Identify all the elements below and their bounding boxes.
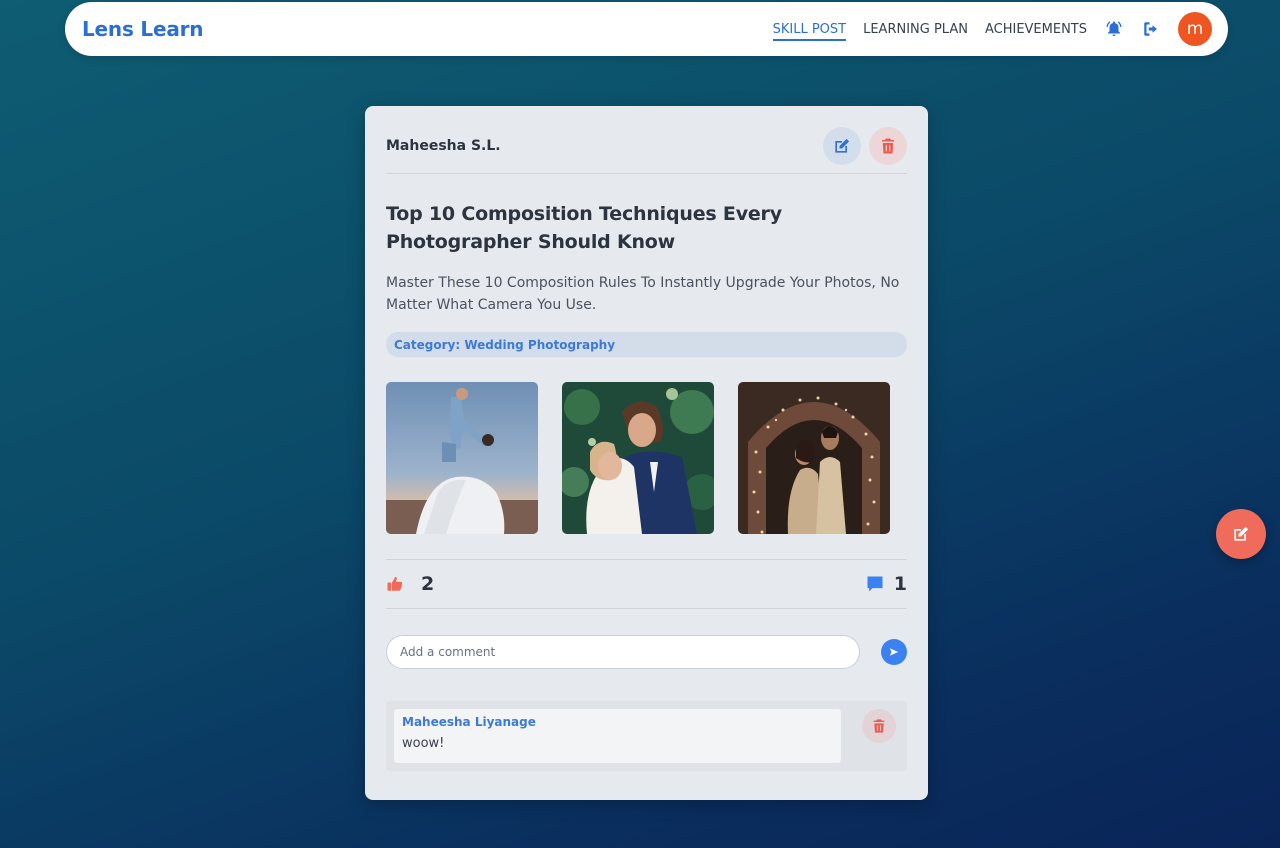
post-description: Master These 10 Composition Rules To Ins… xyxy=(386,275,900,313)
post-title: Top 10 Composition Techniques Every Phot… xyxy=(386,203,782,253)
comment-input[interactable] xyxy=(386,635,860,669)
comment-count-button[interactable]: 1 xyxy=(865,573,907,595)
post-stats: 2 1 xyxy=(386,559,907,609)
category-label: Category: xyxy=(394,337,461,352)
post-actions xyxy=(823,126,907,165)
delete-post-button[interactable] xyxy=(869,126,907,165)
trash-icon xyxy=(882,138,894,153)
bell-icon[interactable] xyxy=(1104,19,1124,39)
trash-icon xyxy=(873,719,885,733)
wedding-photo-embrace[interactable] xyxy=(562,382,714,534)
send-icon xyxy=(889,648,899,656)
logout-icon[interactable] xyxy=(1141,19,1161,39)
post-header: Maheesha S.L. xyxy=(386,106,907,174)
send-comment-button[interactable] xyxy=(881,639,907,665)
brand-logo[interactable]: Lens Learn xyxy=(82,17,204,41)
comment-body: Maheesha Liyanage woow! xyxy=(394,709,841,763)
nav-achievements[interactable]: ACHIEVEMENTS xyxy=(985,18,1087,41)
post-author: Maheesha S.L. xyxy=(386,137,501,154)
category-badge: Category: Wedding Photography xyxy=(386,332,907,357)
wedding-photo-dip[interactable] xyxy=(386,382,538,534)
nav-learning-plan[interactable]: LEARNING PLAN xyxy=(863,18,968,41)
nav-menu: SKILL POST LEARNING PLAN ACHIEVEMENTS m xyxy=(772,12,1212,46)
user-avatar[interactable]: m xyxy=(1178,12,1212,46)
category-value: Wedding Photography xyxy=(464,337,616,352)
edit-icon xyxy=(1234,526,1249,541)
create-post-fab[interactable] xyxy=(1216,509,1266,559)
post-images xyxy=(386,382,907,534)
top-navbar: Lens Learn SKILL POST LEARNING PLAN ACHI… xyxy=(65,2,1228,56)
comment-text: woow! xyxy=(402,736,445,751)
nav-skill-post[interactable]: SKILL POST xyxy=(772,18,847,41)
comment-author[interactable]: Maheesha Liyanage xyxy=(402,715,833,729)
comment-item: Maheesha Liyanage woow! xyxy=(386,701,907,771)
delete-comment-button[interactable] xyxy=(862,709,896,743)
like-button[interactable]: 2 xyxy=(386,573,434,595)
comment-count: 1 xyxy=(893,573,907,595)
edit-icon xyxy=(835,138,850,153)
like-count: 2 xyxy=(421,573,435,595)
edit-post-button[interactable] xyxy=(823,126,861,165)
wedding-photo-light-arch[interactable] xyxy=(738,382,890,534)
thumbs-up-icon xyxy=(387,577,403,591)
comment-icon xyxy=(867,576,883,592)
comment-form xyxy=(386,635,907,669)
skill-post-card: Maheesha S.L. Top 10 Composition Techniq… xyxy=(365,106,928,800)
